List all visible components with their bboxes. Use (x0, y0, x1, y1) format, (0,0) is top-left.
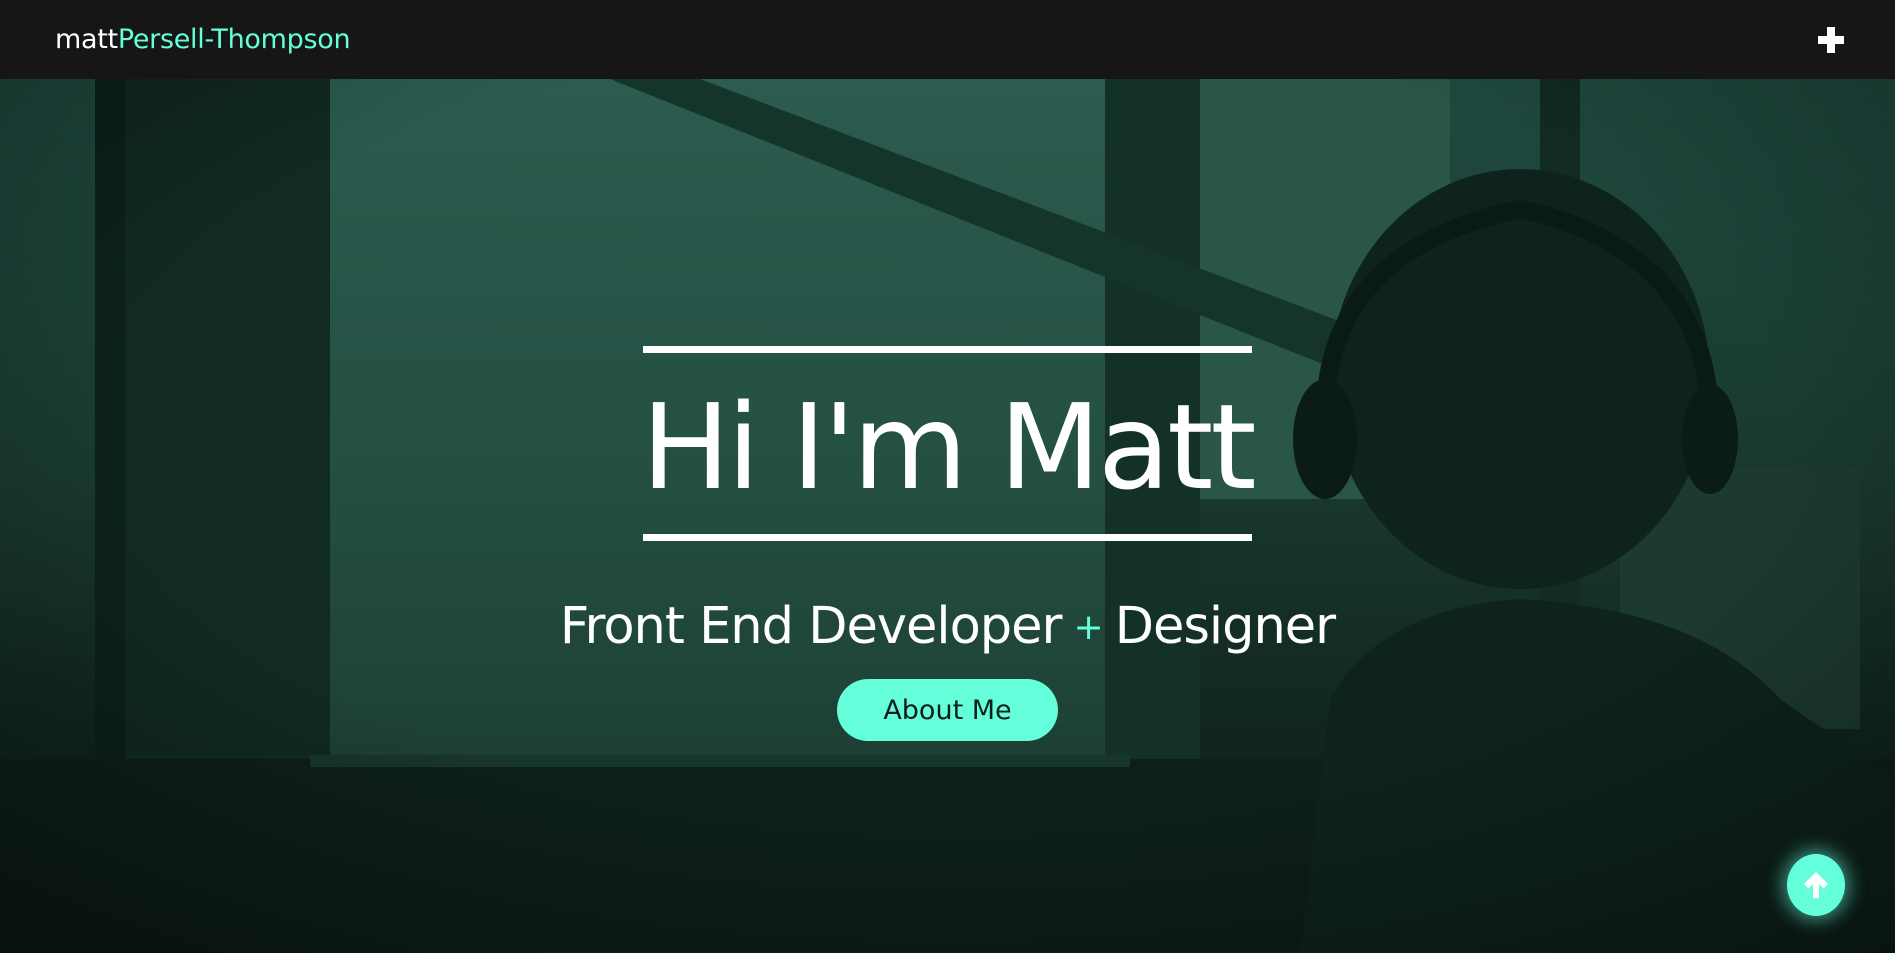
site-logo[interactable]: mattPersell-Thompson (55, 24, 351, 55)
subtitle-role-developer: Front End Developer (559, 597, 1063, 656)
hero-content: Hi I'm Matt Front End Developer + Designer… (0, 79, 1895, 953)
arrow-up-icon (1804, 872, 1828, 898)
title-bottom-rule (643, 534, 1252, 541)
logo-last-name: Persell-Thompson (117, 24, 351, 55)
hero-subtitle: Front End Developer + Designer (0, 587, 1895, 668)
subtitle-plus: + (1073, 607, 1104, 648)
hero-section: Hi I'm Matt Front End Developer + Designer… (0, 79, 1895, 953)
hero-title: Hi I'm Matt (641, 378, 1256, 516)
title-top-rule (643, 346, 1252, 353)
menu-toggle-button[interactable] (1811, 20, 1851, 60)
subtitle-role-designer: Designer (1114, 597, 1336, 656)
plus-icon (1818, 26, 1844, 53)
about-me-button[interactable]: About Me (837, 679, 1058, 741)
logo-first-name: matt (55, 24, 118, 55)
scroll-to-top-button[interactable] (1787, 854, 1845, 916)
navbar: mattPersell-Thompson (0, 0, 1895, 79)
